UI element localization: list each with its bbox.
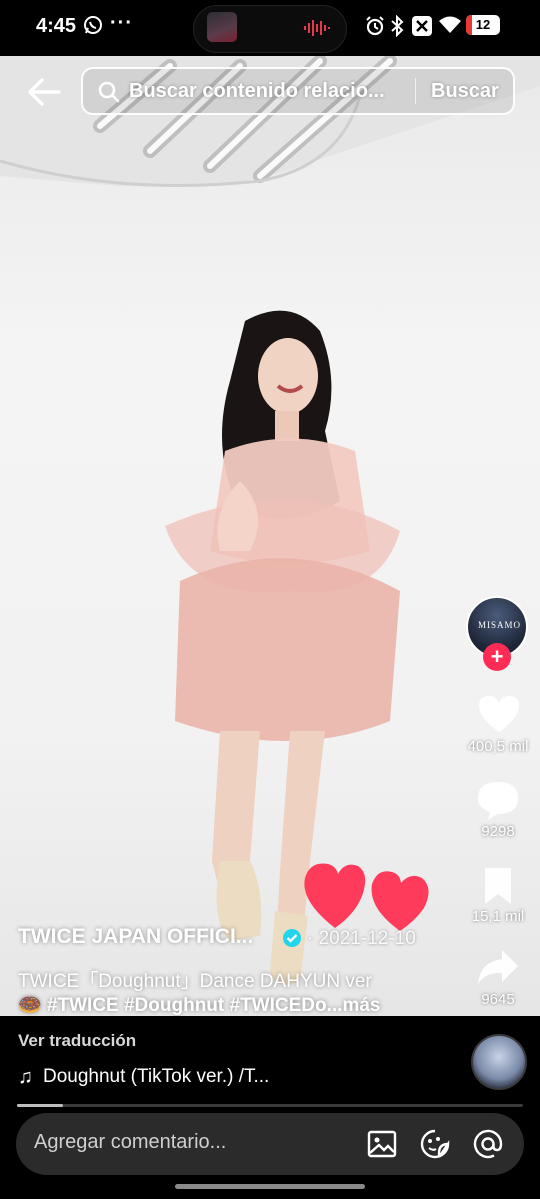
like-count: 400,5 mil (467, 738, 529, 755)
search-button[interactable]: Buscar (431, 80, 499, 103)
verified-badge-icon (283, 929, 301, 947)
status-time: 4:45 (36, 15, 77, 37)
x-app-icon (412, 16, 432, 36)
comment-count: 9298 (481, 823, 515, 840)
alarm-icon (366, 16, 384, 36)
search-icon (98, 81, 120, 103)
audio-wave-icon (304, 20, 330, 36)
follow-button[interactable]: + (483, 643, 511, 671)
share-count: 9645 (481, 991, 515, 1008)
bookmark-icon[interactable] (481, 866, 515, 906)
bluetooth-icon (391, 15, 404, 37)
wifi-icon (439, 16, 461, 33)
whatsapp-icon (84, 16, 102, 34)
battery-low-indicator (466, 15, 472, 35)
author-name[interactable]: TWICE JAPAN OFFICI... (18, 925, 253, 949)
comment-placeholder: Agregar comentario... (34, 1131, 227, 1153)
more-notifications-icon: ··· (110, 12, 133, 34)
see-translation-link[interactable]: Ver traducción (18, 1031, 136, 1051)
back-arrow-icon[interactable] (26, 76, 62, 108)
post-date: · 2021-12-10 (307, 928, 416, 949)
chat-bubble-icon[interactable] (476, 780, 520, 822)
heart-reaction-icon (304, 863, 429, 931)
caption-hashtags[interactable]: 🍩 #TWICE #Doughnut #TWICEDo...más (18, 993, 381, 1017)
music-note-icon: ♫ (18, 1066, 33, 1088)
share-arrow-icon[interactable] (476, 948, 520, 986)
music-title[interactable]: Doughnut (TikTok ver.) /T... (43, 1066, 269, 1088)
video-progress-fill (17, 1104, 63, 1107)
home-indicator[interactable] (175, 1184, 365, 1189)
media-thumbnail (207, 12, 237, 42)
heart-icon[interactable] (477, 694, 521, 734)
save-count: 15,1 mil (471, 908, 525, 925)
video-player[interactable] (0, 56, 540, 1016)
sticker-icon[interactable] (419, 1128, 451, 1160)
caption-text[interactable]: TWICE「Doughnut」Dance DAHYUN ver (18, 966, 372, 993)
image-icon[interactable] (366, 1128, 398, 1160)
avatar-text: MISAMO (478, 620, 522, 630)
search-placeholder: Buscar contenido relacio... (129, 80, 385, 102)
music-disc[interactable] (471, 1034, 527, 1090)
search-divider (415, 78, 416, 104)
at-icon[interactable] (472, 1128, 504, 1160)
video-progress-track[interactable] (17, 1104, 523, 1107)
